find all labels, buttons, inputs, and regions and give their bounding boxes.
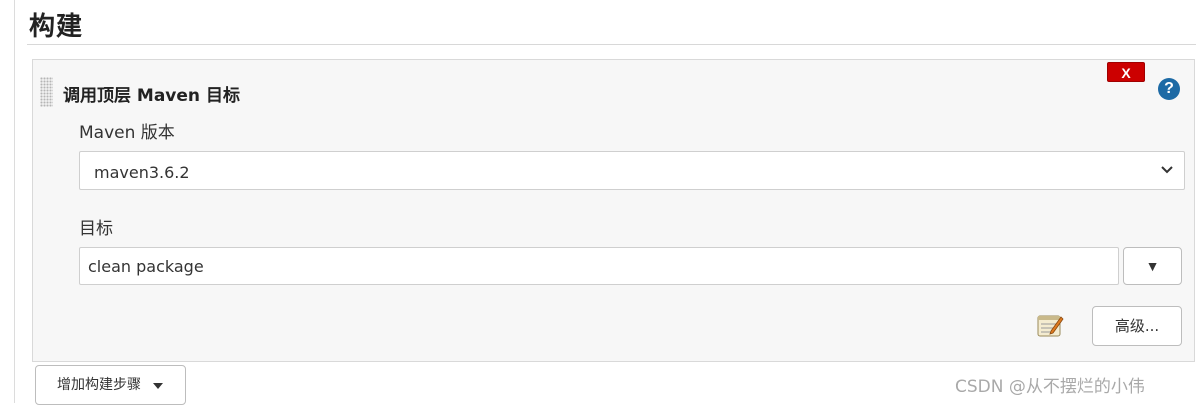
maven-version-select[interactable]: maven3.6.2 xyxy=(79,151,1185,190)
add-build-step-button[interactable]: 增加构建步骤 xyxy=(35,365,186,405)
maven-version-value: maven3.6.2 xyxy=(94,163,190,182)
build-step-title: 调用顶层 Maven 目标 xyxy=(63,86,240,106)
build-step-panel: 调用顶层 Maven 目标 X ? Maven 版本 maven3.6.2 目标… xyxy=(32,59,1195,362)
help-icon[interactable]: ? xyxy=(1158,78,1180,100)
maven-version-label: Maven 版本 xyxy=(79,123,175,143)
drag-handle-icon[interactable] xyxy=(40,77,53,107)
build-section: 构建 调用顶层 Maven 目标 X ? Maven 版本 maven3.6.2… xyxy=(15,0,1196,405)
title-divider xyxy=(27,44,1196,45)
watermark: CSDN @从不摆烂的小伟 xyxy=(955,377,1145,397)
goals-label: 目标 xyxy=(79,219,113,239)
add-build-step-label: 增加构建步骤 xyxy=(57,377,141,393)
goals-expand-button[interactable]: ▼ xyxy=(1123,247,1182,285)
caret-down-icon xyxy=(153,383,163,389)
goals-input[interactable] xyxy=(79,247,1119,285)
delete-step-button[interactable]: X xyxy=(1107,62,1145,82)
section-title: 构建 xyxy=(29,12,84,42)
notepad-icon[interactable] xyxy=(1036,311,1064,339)
advanced-button[interactable]: 高级... xyxy=(1092,306,1182,346)
chevron-down-icon xyxy=(1161,166,1173,174)
